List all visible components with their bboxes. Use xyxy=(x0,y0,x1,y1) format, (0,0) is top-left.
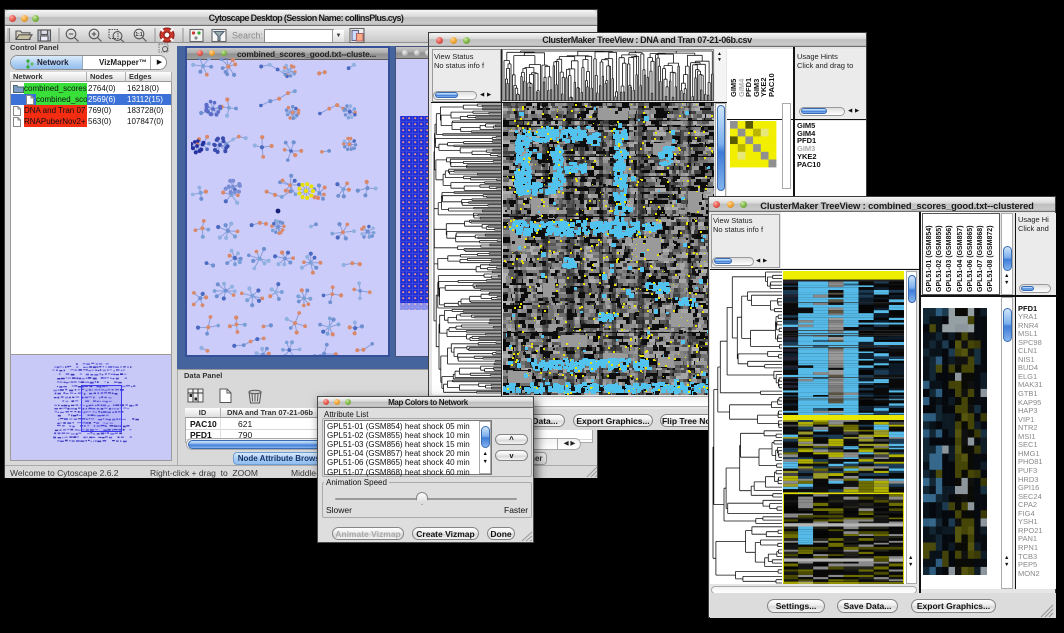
svg-text:1:1: 1:1 xyxy=(135,32,142,38)
svg-text:Search:: Search: xyxy=(232,31,263,41)
